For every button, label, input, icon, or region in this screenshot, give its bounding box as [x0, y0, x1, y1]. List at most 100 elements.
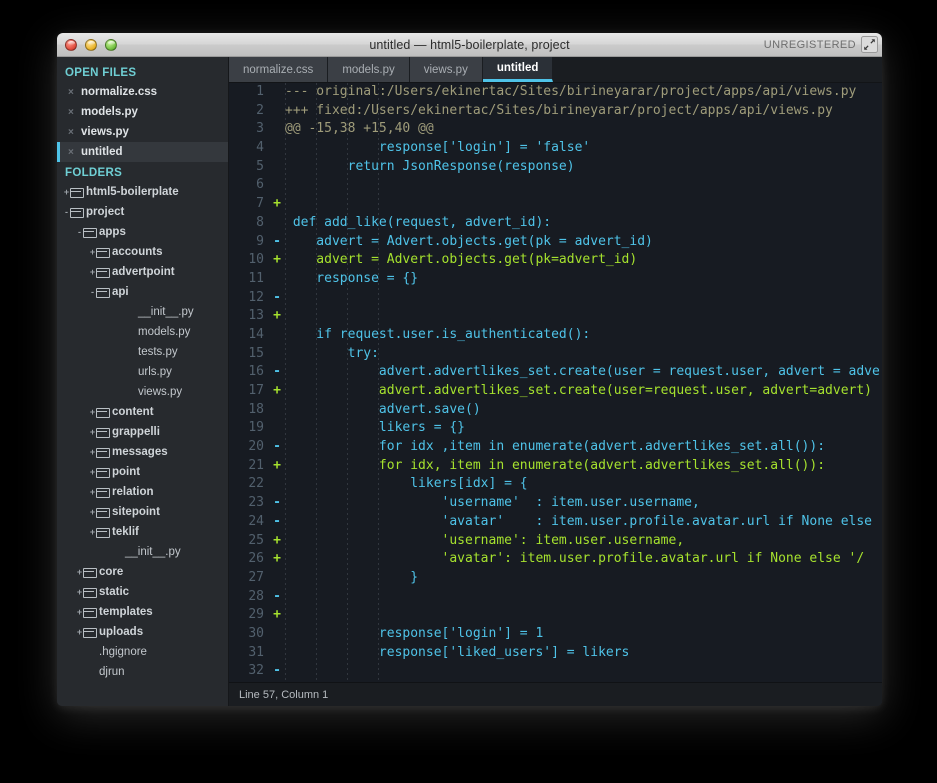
tree-folder[interactable]: + sitepoint: [57, 502, 228, 522]
open-file-item[interactable]: × views.py: [57, 122, 228, 142]
expand-icon[interactable]: +: [89, 427, 96, 437]
open-file-item[interactable]: × normalize.css: [57, 82, 228, 102]
code-line: 1 --- original:/Users/ekinertac/Sites/bir…: [229, 83, 882, 102]
code-text: +++ fixed:/Users/ekinertac/Sites/biriney…: [285, 102, 833, 118]
tree-folder[interactable]: + accounts: [57, 242, 228, 262]
tree-item-label: accounts: [112, 246, 163, 258]
tree-folder[interactable]: - api: [57, 282, 228, 302]
folders-header: FOLDERS: [65, 167, 123, 179]
tree-folder[interactable]: + content: [57, 402, 228, 422]
tree-folder[interactable]: + relation: [57, 482, 228, 502]
tree-item-label: uploads: [99, 626, 144, 638]
close-file-icon[interactable]: ×: [68, 147, 81, 158]
tree-folder[interactable]: + static: [57, 582, 228, 602]
line-number: 17: [248, 383, 264, 398]
tab-normalize-css[interactable]: normalize.css: [229, 57, 329, 82]
expand-icon[interactable]: +: [76, 587, 83, 597]
tree-folder[interactable]: + html5-boilerplate: [57, 182, 228, 202]
open-files-header: OPEN FILES: [65, 67, 137, 79]
diff-no-marker: [269, 326, 285, 345]
diff-add-marker: +: [273, 551, 281, 567]
tree-file[interactable]: models.py: [57, 322, 228, 342]
open-file-item[interactable]: × untitled: [57, 142, 228, 162]
code-line: 17 + advert.advertlikes_set.create(user=r…: [229, 382, 882, 401]
tree-item-label: templates: [99, 606, 153, 618]
tree-folder[interactable]: + core: [57, 562, 228, 582]
tree-item-label: advertpoint: [112, 266, 175, 278]
tree-file[interactable]: .hgignore: [57, 642, 228, 662]
tree-folder[interactable]: - project: [57, 202, 228, 222]
tree-item-label: __init__.py: [138, 306, 194, 318]
expand-icon[interactable]: +: [89, 267, 96, 277]
expand-icon[interactable]: +: [89, 527, 96, 537]
tree-folder[interactable]: + point: [57, 462, 228, 482]
expand-icon[interactable]: +: [89, 487, 96, 497]
diff-no-marker: [269, 176, 285, 195]
tree-folder[interactable]: + advertpoint: [57, 262, 228, 282]
expand-icon[interactable]: +: [76, 627, 83, 637]
code-line: 26 + 'avatar': item.user.profile.avatar.u…: [229, 550, 882, 569]
code-line: 11 response = {}: [229, 270, 882, 289]
tree-folder[interactable]: + messages: [57, 442, 228, 462]
tree-file[interactable]: views.py: [57, 382, 228, 402]
collapse-icon[interactable]: -: [89, 287, 96, 297]
code-text: 'avatar': item.user.profile.avatar.url i…: [285, 551, 865, 567]
close-file-icon[interactable]: ×: [68, 127, 81, 138]
tree-file[interactable]: djrun: [57, 662, 228, 682]
expand-icon[interactable]: +: [89, 467, 96, 477]
close-file-icon[interactable]: ×: [68, 107, 81, 118]
open-file-item[interactable]: × models.py: [57, 102, 228, 122]
diff-no-marker: [269, 102, 285, 121]
expand-icon[interactable]: +: [89, 507, 96, 517]
tree-item-label: __init__.py: [125, 546, 181, 558]
close-file-icon[interactable]: ×: [68, 87, 81, 98]
diff-del-marker: -: [273, 513, 281, 529]
code-text: response = {}: [285, 270, 419, 286]
folder-icon: [96, 487, 110, 498]
tree-folder[interactable]: + grappelli: [57, 422, 228, 442]
code-text: 'username' : item.user.username,: [285, 495, 700, 511]
expand-icon[interactable]: +: [89, 447, 96, 457]
line-number: 27: [248, 569, 264, 585]
line-number: 32: [248, 663, 264, 679]
tree-folder[interactable]: - apps: [57, 222, 228, 242]
expand-icon[interactable]: +: [76, 607, 83, 617]
tab-views-py[interactable]: views.py: [409, 57, 483, 82]
close-button[interactable]: [65, 38, 77, 51]
tree-file[interactable]: tests.py: [57, 342, 228, 362]
expand-icon[interactable]: +: [63, 187, 70, 197]
open-files-list: × normalize.css × models.py × views.py × untitl…: [57, 82, 228, 162]
diff-add-marker: +: [273, 196, 281, 212]
minimize-button[interactable]: [85, 38, 97, 51]
tree-file[interactable]: urls.py: [57, 362, 228, 382]
code-line: 22 likers[idx] = {: [229, 475, 882, 494]
code-line: 21 + for idx, item in enumerate(advert.ad…: [229, 457, 882, 476]
collapse-icon[interactable]: -: [63, 207, 70, 217]
tab-untitled[interactable]: untitled: [482, 57, 554, 82]
expand-icon[interactable]: +: [89, 407, 96, 417]
fullscreen-icon[interactable]: [861, 36, 878, 53]
tab-models-py[interactable]: models.py: [328, 57, 410, 82]
zoom-button[interactable]: [105, 38, 117, 51]
sidebar[interactable]: OPEN FILES × normalize.css × models.py × view…: [57, 57, 229, 706]
tree-folder[interactable]: + teklif: [57, 522, 228, 542]
code-view[interactable]: 1 --- original:/Users/ekinertac/Sites/bir…: [229, 83, 882, 682]
tree-folder[interactable]: + uploads: [57, 622, 228, 642]
expand-icon[interactable]: +: [89, 247, 96, 257]
window-titlebar[interactable]: untitled — html5-boilerplate, project UN…: [57, 33, 882, 57]
tree-folder[interactable]: + templates: [57, 602, 228, 622]
code-line: 10 + advert = Advert.objects.get(pk=adver…: [229, 251, 882, 270]
diff-no-marker: [269, 401, 285, 420]
code-text: response['login'] = 'false': [285, 140, 591, 156]
tree-item-label: sitepoint: [112, 506, 160, 518]
tree-file[interactable]: __init__.py: [57, 302, 228, 322]
tree-item-label: static: [99, 586, 130, 598]
line-number: 11: [248, 270, 264, 286]
expand-icon[interactable]: +: [76, 567, 83, 577]
code-line: 7 +: [229, 195, 882, 214]
collapse-icon[interactable]: -: [76, 227, 83, 237]
line-number: 25: [248, 532, 264, 548]
tree-file[interactable]: __init__.py: [57, 542, 228, 562]
